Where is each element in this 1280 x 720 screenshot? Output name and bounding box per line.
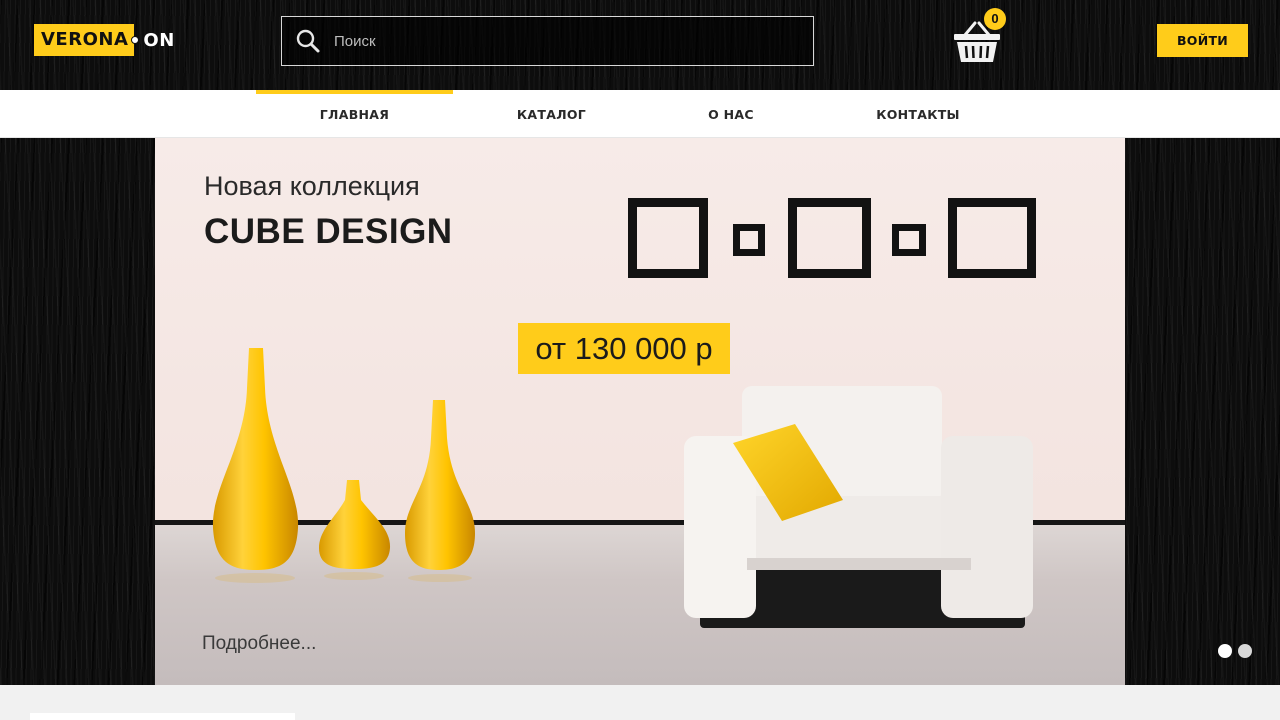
hero-price-badge: от 130 000 р [518,323,730,374]
main-nav: ГЛАВНАЯ КАТАЛОГ О НАС КОНТАКТЫ [0,90,1280,138]
cart-count-badge: 0 [984,8,1006,30]
hero-carousel: Новая коллекция CUBE DESIGN от 130 000 р… [0,138,1280,685]
site-header: VERONA ON 0 ВОЙТИ [0,0,1280,90]
search-bar [281,16,814,66]
hero-slide: Новая коллекция CUBE DESIGN от 130 000 р… [155,138,1125,685]
medium-vase [405,400,475,570]
armchair [684,386,1033,628]
nav-item-catalog[interactable]: КАТАЛОГ [453,90,650,138]
carousel-dot-1[interactable] [1218,644,1232,658]
tall-vase [212,348,299,570]
logo-text-on: ON [143,29,175,51]
carousel-dot-2[interactable] [1238,644,1252,658]
nav-item-contacts[interactable]: КОНТАКТЫ [812,90,1024,138]
nav-item-home[interactable]: ГЛАВНАЯ [256,90,453,138]
logo[interactable]: VERONA ON [34,24,175,56]
hero-more-link[interactable]: Подробнее... [202,633,316,655]
login-button[interactable]: ВОЙТИ [1157,24,1248,57]
search-icon[interactable] [282,17,334,65]
hero-title: CUBE DESIGN [204,212,453,251]
carousel-dots [1218,644,1252,658]
small-vase [319,480,391,569]
hero-subtitle: Новая коллекция [204,171,420,201]
content-card-peek [30,713,295,720]
logo-dot [131,36,140,44]
nav-item-about[interactable]: О НАС [650,90,812,138]
cart-button[interactable]: 0 [951,8,1006,66]
logo-text-verona: VERONA [34,24,135,56]
search-input[interactable] [334,18,813,64]
